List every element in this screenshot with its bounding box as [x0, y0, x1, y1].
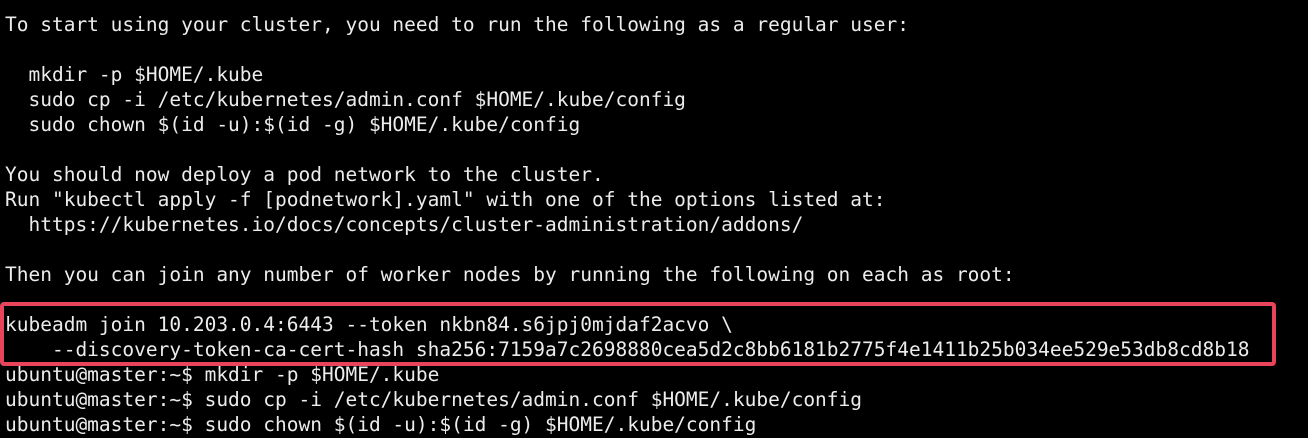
output-run-msg: Run "kubectl apply -f [podnetwork].yaml"… — [5, 188, 886, 211]
output-join-msg: Then you can join any number of worker n… — [5, 263, 1015, 286]
prompt-line-chown: ubuntu@master:~$ sudo chown $(id -u):$(i… — [5, 413, 757, 436]
prompt-line-cp: ubuntu@master:~$ sudo cp -i /etc/kuberne… — [5, 388, 863, 411]
output-cmd-cp: sudo cp -i /etc/kubernetes/admin.conf $H… — [5, 88, 686, 111]
output-deploy-msg: You should now deploy a pod network to t… — [5, 163, 604, 186]
output-addons-url: https://kubernetes.io/docs/concepts/clus… — [5, 213, 804, 236]
output-cmd-mkdir: mkdir -p $HOME/.kube — [5, 63, 264, 86]
output-cmd-chown: sudo chown $(id -u):$(id -g) $HOME/.kube… — [5, 113, 581, 136]
terminal-window[interactable]: To start using your cluster, you need to… — [0, 0, 1308, 438]
output-intro: To start using your cluster, you need to… — [5, 13, 909, 36]
join-command-highlight — [0, 302, 1276, 366]
